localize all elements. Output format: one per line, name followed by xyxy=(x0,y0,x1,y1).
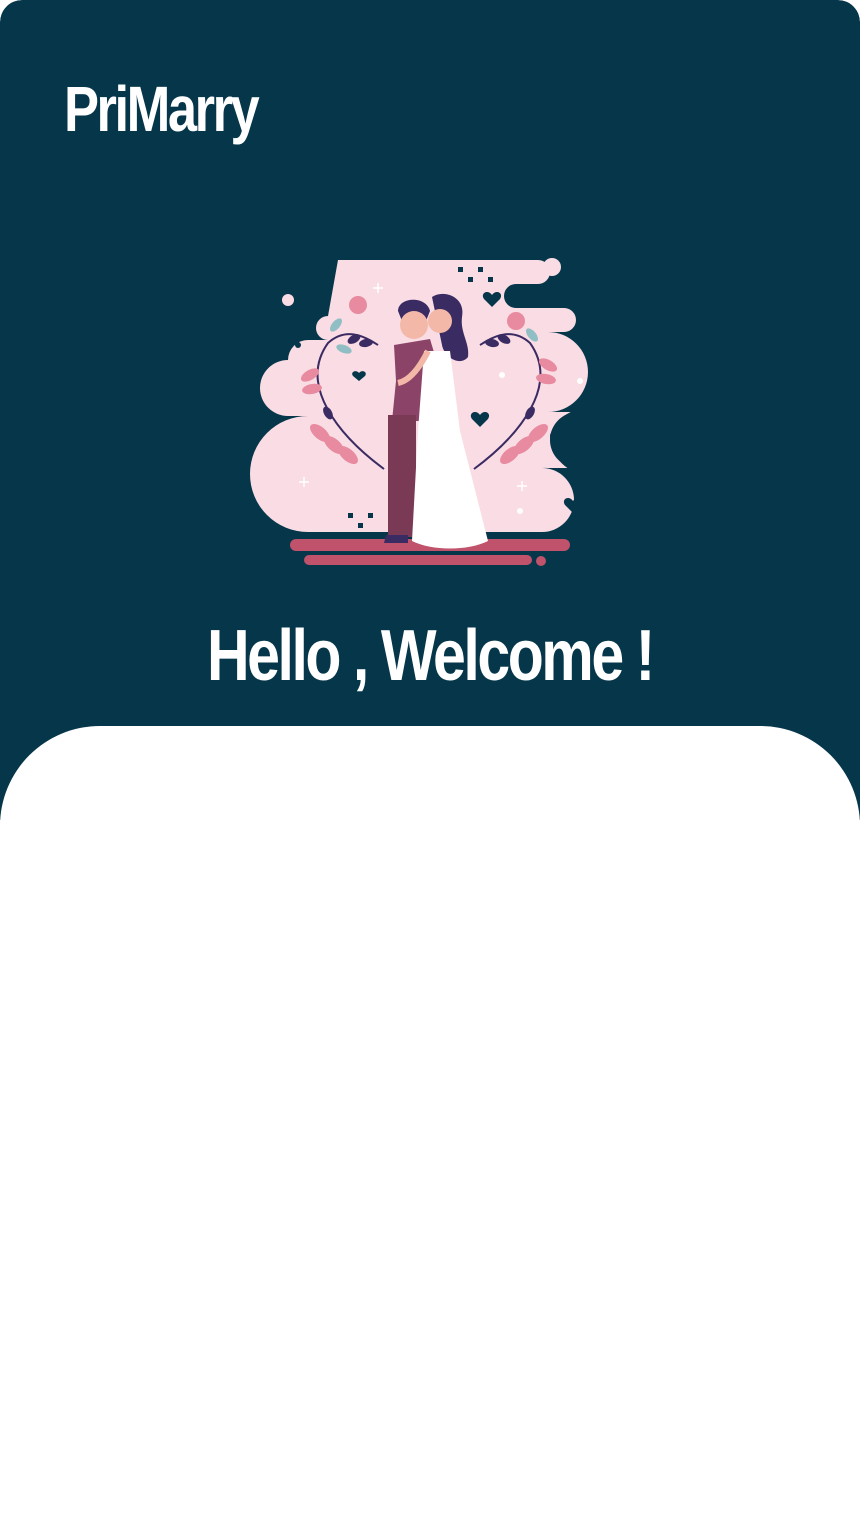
welcome-heading-text: Hello , Welcome ! xyxy=(207,616,655,696)
app-logo: PriMarry xyxy=(64,73,260,145)
welcome-screen: PriMarry Hello , Welcome ! xyxy=(0,0,860,1516)
wedding-couple-illustration-icon xyxy=(250,258,610,566)
content-sheet xyxy=(0,726,860,1516)
header-panel: PriMarry Hello , Welcome ! xyxy=(0,0,860,820)
welcome-heading: Hello , Welcome ! xyxy=(0,615,860,697)
